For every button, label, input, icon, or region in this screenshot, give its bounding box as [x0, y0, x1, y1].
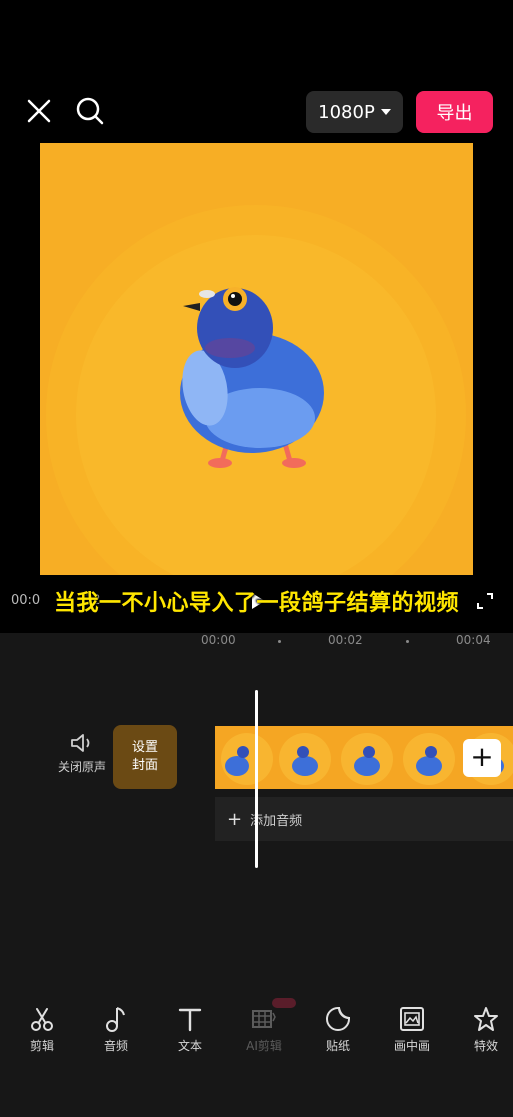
pigeon-illustration [40, 143, 473, 575]
speaker-icon [71, 734, 90, 752]
music-note-icon [106, 1007, 125, 1032]
tool-label: 文本 [177, 1039, 202, 1053]
clip-thumbnail [215, 726, 279, 789]
clip-thumbnail [335, 726, 399, 789]
text-icon [178, 1008, 202, 1032]
resolution-dropdown[interactable]: 1080P [306, 91, 403, 133]
tool-ai-clip[interactable]: AI剪辑 [234, 1005, 294, 1054]
export-button[interactable]: 导出 [416, 91, 493, 133]
set-cover-button[interactable]: 设置 封面 [113, 725, 177, 789]
playhead[interactable] [255, 690, 258, 868]
tool-cut[interactable]: 剪辑 [12, 1005, 72, 1054]
ruler-label: 00:04 [456, 633, 491, 647]
scissors-icon [31, 1008, 53, 1031]
tool-label: AI剪辑 [246, 1039, 282, 1053]
clip-thumbnail [397, 726, 461, 789]
tool-sticker[interactable]: 贴纸 [308, 1005, 368, 1054]
ruler-label: 00:00 [201, 633, 236, 647]
tool-picture-in-picture[interactable]: 画中画 [382, 1005, 442, 1054]
tool-label: 剪辑 [29, 1039, 54, 1053]
clip-thumbnail [273, 726, 337, 789]
mute-label: 关闭原声 [57, 760, 106, 774]
video-preview[interactable] [40, 143, 473, 575]
export-label: 导出 [436, 103, 473, 124]
tool-effects[interactable]: 特效 [456, 1005, 513, 1054]
caret-down-icon [380, 109, 391, 115]
ruler-label: 00:02 [328, 633, 363, 647]
add-audio-track[interactable]: + 添加音频 [215, 797, 513, 841]
plus-icon: + [227, 808, 243, 830]
search-icon[interactable] [74, 95, 106, 127]
tool-text[interactable]: 文本 [160, 1005, 220, 1054]
cover-label-line1: 设置 [131, 740, 158, 755]
sticker-icon [326, 1007, 350, 1031]
ruler-dot [406, 640, 409, 643]
tool-label: 音频 [103, 1039, 128, 1053]
add-clip-button[interactable]: + [463, 739, 501, 777]
ai-clip-icon [252, 1010, 276, 1028]
picture-in-picture-icon [400, 1007, 424, 1031]
subtitle-caption: 当我一不小心导入了一段鸽子结算的视频 [53, 591, 459, 616]
tool-label: 画中画 [393, 1039, 430, 1053]
tool-audio[interactable]: 音频 [86, 1005, 146, 1054]
ruler-dot [278, 640, 281, 643]
close-icon[interactable] [24, 96, 54, 126]
cover-label-line2: 封面 [131, 758, 158, 773]
tool-label: 特效 [473, 1039, 498, 1053]
resolution-label: 1080P [318, 101, 375, 123]
tool-label: 贴纸 [325, 1039, 350, 1053]
effects-star-icon [474, 1007, 498, 1031]
mute-original-audio-button[interactable]: 关闭原声 [54, 732, 110, 775]
